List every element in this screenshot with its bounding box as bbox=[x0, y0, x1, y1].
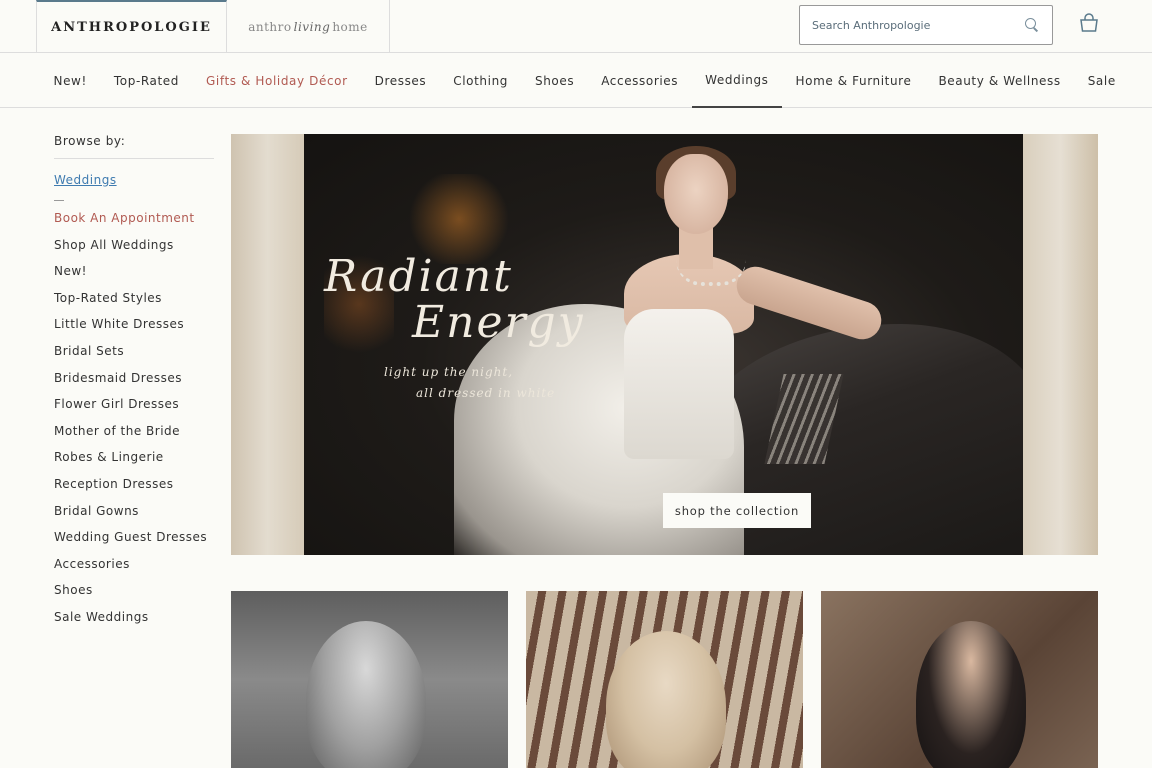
model-arm bbox=[731, 261, 887, 345]
shopping-bag-icon[interactable] bbox=[1078, 12, 1100, 34]
anthro-living-home-link[interactable]: anthro living home bbox=[227, 0, 390, 53]
promo-card-1[interactable] bbox=[231, 591, 508, 768]
brand-logo[interactable]: ANTHROPOLOGIE bbox=[36, 0, 227, 53]
nav-item-clothing[interactable]: Clothing bbox=[440, 53, 522, 108]
model-face bbox=[664, 154, 728, 234]
search-box[interactable] bbox=[799, 5, 1053, 45]
hero-title-line-2: Energy bbox=[412, 297, 585, 348]
hero-title: Radiant Energy bbox=[324, 254, 585, 346]
sidebar-item-book-appointment[interactable]: Book An Appointment bbox=[54, 210, 214, 237]
nav-item-gifts-holiday-decor[interactable]: Gifts & Holiday Décor bbox=[193, 53, 362, 108]
nav-item-shoes[interactable]: Shoes bbox=[522, 53, 588, 108]
sidebar-item-sale-weddings[interactable]: Sale Weddings bbox=[54, 609, 214, 636]
hero-tagline-line-2: all dressed in white bbox=[416, 386, 556, 400]
sidebar-item-bridal-gowns[interactable]: Bridal Gowns bbox=[54, 503, 214, 530]
main-navigation: New! Top-Rated Gifts & Holiday Décor Dre… bbox=[0, 53, 1152, 108]
nav-item-new[interactable]: New! bbox=[40, 53, 100, 108]
nav-item-beauty-wellness[interactable]: Beauty & Wellness bbox=[925, 53, 1074, 108]
hero-title-line-1: Radiant bbox=[324, 251, 513, 302]
top-header: ANTHROPOLOGIE anthro living home bbox=[0, 0, 1152, 53]
nav-item-accessories[interactable]: Accessories bbox=[588, 53, 692, 108]
nav-item-home-furniture[interactable]: Home & Furniture bbox=[782, 53, 925, 108]
browse-sidebar: Browse by: Weddings Book An Appointment … bbox=[54, 134, 214, 636]
sidebar-item-reception-dresses[interactable]: Reception Dresses bbox=[54, 476, 214, 503]
promo-cards bbox=[231, 591, 1098, 768]
hero-tagline-line-1: light up the night, bbox=[384, 365, 514, 379]
sidebar-item-mother-of-the-bride[interactable]: Mother of the Bride bbox=[54, 423, 214, 450]
sidebar-item-bridal-sets[interactable]: Bridal Sets bbox=[54, 343, 214, 370]
sidebar-divider bbox=[54, 200, 64, 201]
living-home-script: living bbox=[293, 19, 331, 34]
sidebar-item-flower-girl-dresses[interactable]: Flower Girl Dresses bbox=[54, 396, 214, 423]
nav-item-top-rated[interactable]: Top-Rated bbox=[100, 53, 192, 108]
hero-tagline: light up the night, all dressed in white bbox=[384, 362, 555, 404]
sidebar-item-accessories[interactable]: Accessories bbox=[54, 556, 214, 583]
shop-collection-button[interactable]: shop the collection bbox=[663, 493, 811, 528]
living-home-suffix: home bbox=[332, 19, 368, 34]
sidebar-current-weddings[interactable]: Weddings bbox=[54, 173, 214, 187]
model-photo bbox=[916, 621, 1026, 768]
hero-image: Radiant Energy light up the night, all d… bbox=[304, 134, 1023, 555]
search-input[interactable] bbox=[812, 18, 1024, 32]
sidebar-item-little-white-dresses[interactable]: Little White Dresses bbox=[54, 316, 214, 343]
sidebar-list: Book An Appointment Shop All Weddings Ne… bbox=[54, 210, 214, 636]
model-photo bbox=[606, 631, 726, 768]
nav-item-weddings[interactable]: Weddings bbox=[691, 53, 783, 108]
sidebar-item-robes-lingerie[interactable]: Robes & Lingerie bbox=[54, 449, 214, 476]
sidebar-item-top-rated-styles[interactable]: Top-Rated Styles bbox=[54, 290, 214, 317]
wedding-dress-bodice bbox=[624, 309, 734, 459]
model-photo bbox=[306, 621, 426, 768]
hero-frame-right bbox=[1023, 134, 1098, 555]
nav-item-dresses[interactable]: Dresses bbox=[361, 53, 440, 108]
promo-card-3[interactable] bbox=[821, 591, 1098, 768]
search-icon[interactable] bbox=[1024, 17, 1040, 33]
sidebar-item-new[interactable]: New! bbox=[54, 263, 214, 290]
sidebar-item-wedding-guest-dresses[interactable]: Wedding Guest Dresses bbox=[54, 529, 214, 556]
promo-card-2[interactable] bbox=[526, 591, 803, 768]
sidebar-item-shop-all-weddings[interactable]: Shop All Weddings bbox=[54, 237, 214, 264]
browse-heading: Browse by: bbox=[54, 134, 214, 159]
hero-frame-left bbox=[231, 134, 304, 555]
living-home-prefix: anthro bbox=[248, 19, 292, 34]
sidebar-item-shoes[interactable]: Shoes bbox=[54, 582, 214, 609]
sidebar-item-bridesmaid-dresses[interactable]: Bridesmaid Dresses bbox=[54, 370, 214, 397]
nav-item-sale[interactable]: Sale bbox=[1074, 53, 1129, 108]
hero-banner[interactable]: Radiant Energy light up the night, all d… bbox=[231, 134, 1098, 555]
